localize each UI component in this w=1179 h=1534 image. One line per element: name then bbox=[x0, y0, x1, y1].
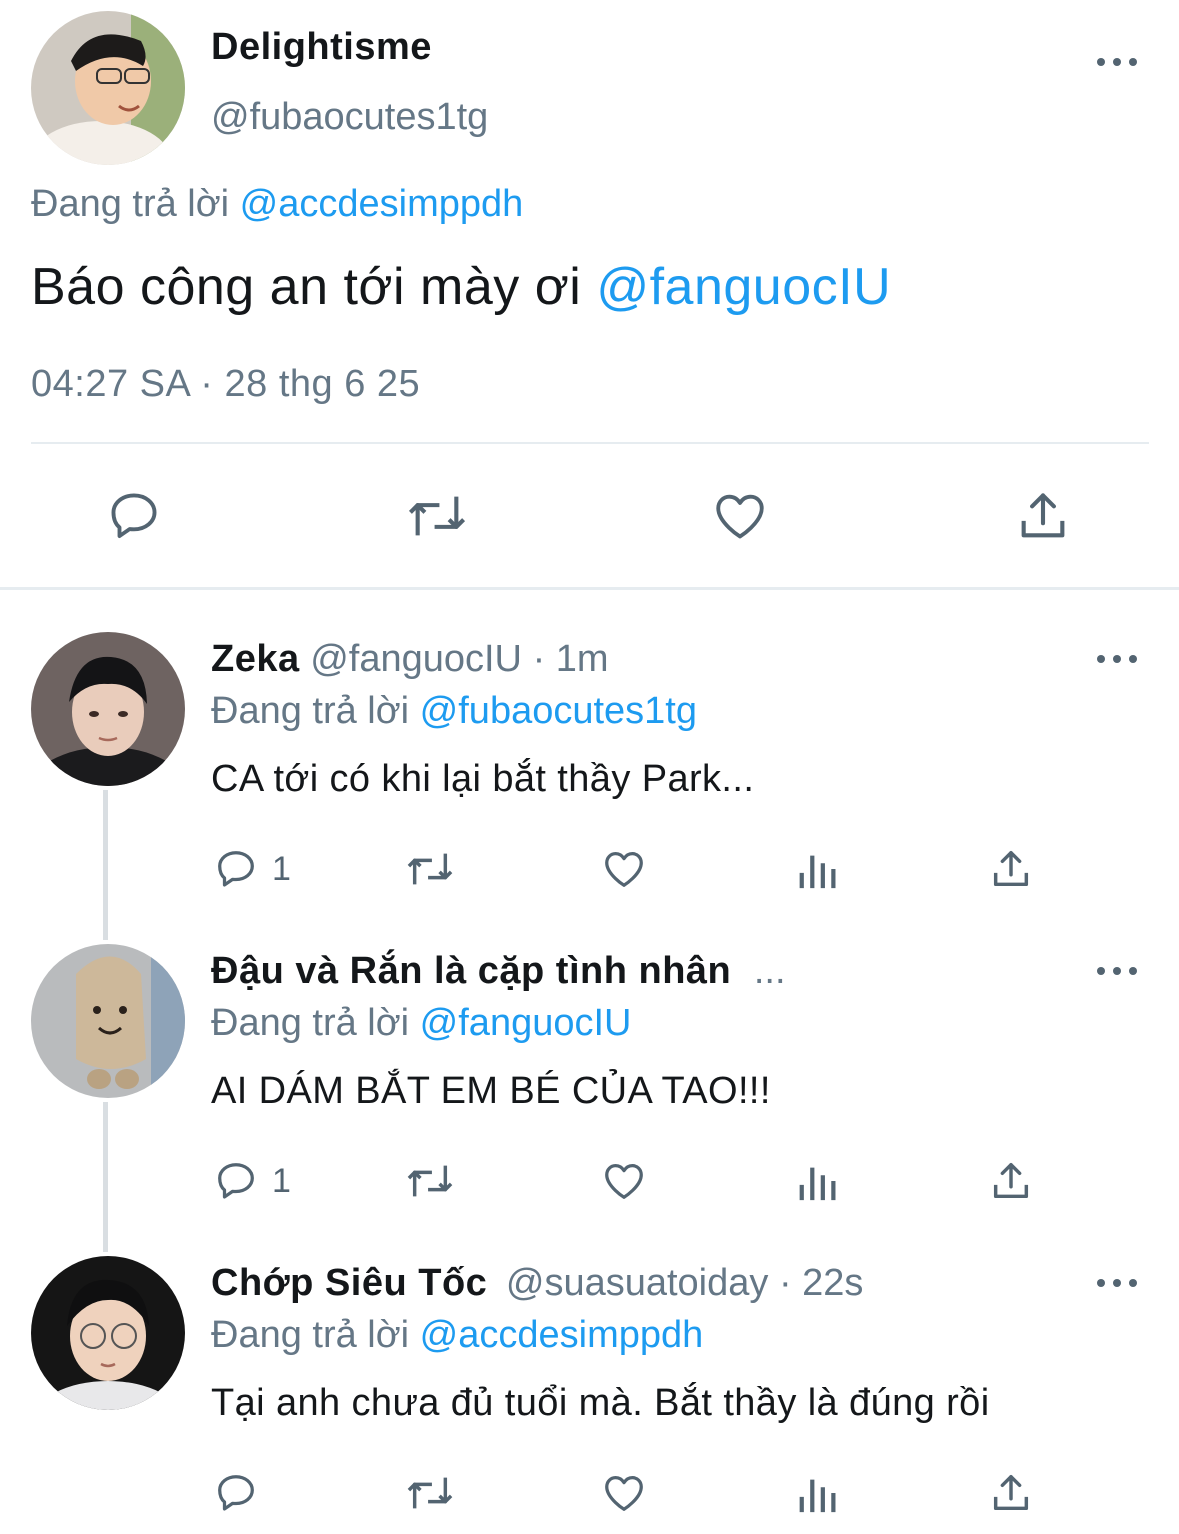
reply-icon bbox=[218, 1475, 254, 1511]
retweet-icon bbox=[407, 1165, 453, 1197]
main-replying-line: Đang trả lời @accdesimppdh bbox=[31, 183, 523, 226]
avatar-dau-va-ran[interactable] bbox=[31, 944, 185, 1098]
tweet-body: Báo công an tới mày ơi bbox=[31, 258, 582, 316]
more-icon bbox=[1097, 655, 1105, 663]
reply-button[interactable] bbox=[213, 1158, 259, 1204]
replying-label: Đang trả lời bbox=[211, 690, 410, 732]
like-button[interactable] bbox=[600, 1470, 648, 1516]
reply-text: AI DÁM BẮT EM BÉ CỦA TAO!!! bbox=[211, 1070, 771, 1112]
like-button[interactable] bbox=[710, 487, 770, 545]
thread-line bbox=[103, 1102, 108, 1252]
like-icon bbox=[605, 1164, 643, 1199]
views-icon bbox=[799, 1479, 836, 1513]
share-icon bbox=[993, 850, 1029, 887]
retweet-icon bbox=[407, 853, 453, 885]
thread-line bbox=[103, 790, 108, 940]
main-timestamp[interactable]: 04:27 SA · 28 thg 6 25 bbox=[31, 363, 420, 406]
retweet-icon bbox=[408, 496, 466, 536]
reply-count: 1 bbox=[272, 850, 291, 888]
reply-header: Zeka @fanguocIU · 1m bbox=[211, 638, 609, 681]
reply-handle[interactable]: @fanguocIU bbox=[310, 638, 522, 680]
like-button[interactable] bbox=[600, 846, 648, 892]
reply-button[interactable] bbox=[213, 846, 259, 892]
retweet-button[interactable] bbox=[403, 846, 457, 892]
more-icon bbox=[1097, 967, 1105, 975]
like-icon bbox=[716, 494, 764, 539]
avatar-chop-sieu-toc[interactable] bbox=[31, 1256, 185, 1410]
section-divider bbox=[0, 587, 1179, 590]
reply-header: Đậu và Rắn là cặp tình nhân ... bbox=[211, 950, 786, 993]
reply-display-name[interactable]: Zeka bbox=[211, 638, 300, 680]
more-options-button[interactable] bbox=[1097, 652, 1137, 666]
reply-count: 1 bbox=[272, 1162, 291, 1200]
reply-to-link[interactable]: @fubaocutes1tg bbox=[420, 690, 697, 732]
like-icon bbox=[605, 852, 643, 887]
reply-button[interactable] bbox=[213, 1470, 259, 1516]
reply-replying-line: Đang trả lời @fanguocIU bbox=[211, 1002, 631, 1045]
main-handle[interactable]: @fubaocutes1tg bbox=[211, 96, 488, 139]
replying-label: Đang trả lời bbox=[211, 1314, 410, 1356]
share-button[interactable] bbox=[1014, 487, 1072, 545]
like-icon bbox=[605, 1476, 643, 1511]
views-icon bbox=[799, 1167, 836, 1201]
replying-label: Đang trả lời bbox=[31, 183, 230, 225]
share-icon bbox=[1021, 493, 1065, 538]
reply-text: CA tới có khi lại bắt thầy Park... bbox=[211, 758, 755, 800]
retweet-icon bbox=[407, 1477, 453, 1509]
share-icon bbox=[993, 1162, 1029, 1199]
reply-icon bbox=[218, 1163, 254, 1199]
views-button[interactable] bbox=[796, 1470, 842, 1516]
share-button[interactable] bbox=[988, 846, 1034, 892]
share-button[interactable] bbox=[988, 1158, 1034, 1204]
avatar-zeka[interactable] bbox=[31, 632, 185, 786]
views-icon bbox=[799, 855, 836, 889]
more-icon bbox=[1097, 1279, 1105, 1287]
reply-handle[interactable]: @suasuatoiday bbox=[506, 1262, 769, 1304]
reply-to-link[interactable]: @fanguocIU bbox=[420, 1002, 632, 1044]
more-options-button[interactable] bbox=[1097, 964, 1137, 978]
retweet-button[interactable] bbox=[404, 487, 470, 545]
views-button[interactable] bbox=[796, 846, 842, 892]
views-button[interactable] bbox=[796, 1158, 842, 1204]
reply-display-name[interactable]: Đậu và Rắn là cặp tình nhân bbox=[211, 950, 731, 992]
like-button[interactable] bbox=[600, 1158, 648, 1204]
retweet-button[interactable] bbox=[403, 1158, 457, 1204]
reply-time: · 22s bbox=[778, 1262, 864, 1304]
mention-link[interactable]: @fanguocIU bbox=[596, 258, 891, 316]
reply-text: Tại anh chưa đủ tuổi mà. Bắt thầy là đún… bbox=[211, 1382, 990, 1424]
reply-to-link[interactable]: @accdesimppdh bbox=[240, 183, 524, 225]
reply-handle[interactable]: ... bbox=[754, 950, 786, 992]
reply-display-name[interactable]: Chớp Siêu Tốc bbox=[211, 1262, 487, 1304]
share-icon bbox=[993, 1474, 1029, 1511]
reply-replying-line: Đang trả lời @accdesimppdh bbox=[211, 1314, 703, 1357]
main-tweet-text: Báo công an tới mày ơi @fanguocIU bbox=[31, 257, 891, 317]
divider bbox=[31, 442, 1149, 444]
more-icon bbox=[1097, 58, 1105, 66]
more-options-button[interactable] bbox=[1097, 55, 1137, 69]
reply-icon bbox=[111, 493, 157, 538]
reply-time: · 1m bbox=[532, 638, 609, 680]
retweet-button[interactable] bbox=[403, 1470, 457, 1516]
replying-label: Đang trả lời bbox=[211, 1002, 410, 1044]
reply-to-link[interactable]: @accdesimppdh bbox=[420, 1314, 704, 1356]
reply-icon bbox=[218, 851, 254, 887]
more-options-button[interactable] bbox=[1097, 1276, 1137, 1290]
avatar-delightisme[interactable] bbox=[31, 11, 185, 165]
reply-replying-line: Đang trả lời @fubaocutes1tg bbox=[211, 690, 697, 733]
reply-header: Chớp Siêu Tốc @suasuatoiday · 22s bbox=[211, 1262, 863, 1305]
reply-button[interactable] bbox=[105, 487, 163, 545]
main-display-name[interactable]: Delightisme bbox=[211, 26, 432, 69]
share-button[interactable] bbox=[988, 1470, 1034, 1516]
